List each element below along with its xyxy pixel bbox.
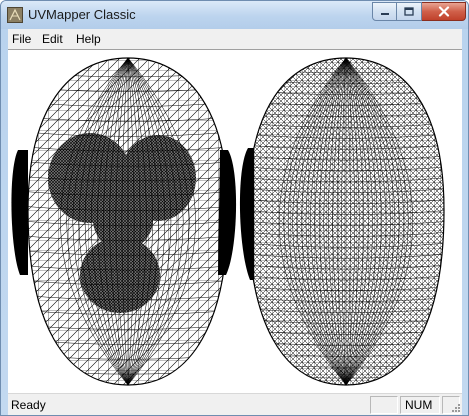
minimize-button[interactable] [372,2,397,21]
num-lock-indicator: NUM [405,398,433,412]
close-icon [438,6,449,17]
status-bar: Ready NUM [8,393,462,415]
maximize-button[interactable] [397,2,422,21]
uvmapper-icon[interactable] [7,7,23,23]
menu-bar: File Edit Help [8,29,462,49]
app-window: UVMapper Classic File Edit Help Ready NU… [0,0,469,416]
status-text: Ready [11,398,46,412]
resize-grip-icon[interactable] [449,403,461,415]
uv-shell-right[interactable] [239,50,448,393]
title-bar[interactable]: UVMapper Classic [1,1,468,29]
minimize-icon [380,12,389,15]
close-button[interactable] [422,2,466,21]
status-pane-num: NUM [400,396,440,414]
menu-file[interactable]: File [12,32,31,46]
menu-help[interactable]: Help [76,32,101,46]
uv-map-wireframe[interactable] [8,50,462,393]
uv-map-canvas[interactable] [8,49,462,393]
maximize-icon [404,7,414,16]
window-title: UVMapper Classic [28,7,136,22]
uv-shell-left[interactable] [11,50,237,393]
menu-edit[interactable]: Edit [42,32,63,46]
status-pane-empty-1 [370,396,398,414]
